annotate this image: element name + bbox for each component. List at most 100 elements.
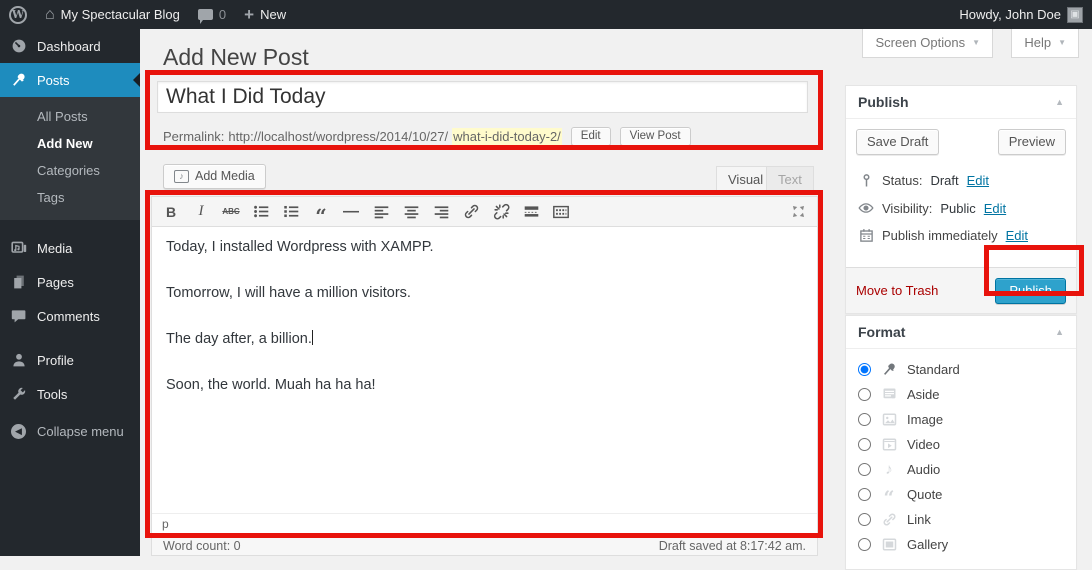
bulleted-list-icon[interactable]: [250, 201, 272, 223]
publish-panel-header[interactable]: Publish ▲: [846, 86, 1076, 119]
comments-count: 0: [219, 7, 226, 22]
panel-toggle-icon[interactable]: ▲: [1055, 327, 1064, 337]
edit-permalink-button[interactable]: Edit: [571, 127, 611, 146]
submenu-categories[interactable]: Categories: [0, 157, 140, 184]
sidebar-item-tools[interactable]: Tools: [0, 377, 140, 411]
status-label: Status:: [882, 173, 922, 188]
format-panel-header[interactable]: Format ▲: [846, 316, 1076, 349]
submenu-add-new[interactable]: Add New: [0, 130, 140, 157]
format-option-quote[interactable]: “ Quote: [858, 482, 1064, 507]
help-label: Help: [1024, 35, 1051, 50]
format-option-standard[interactable]: Standard: [858, 357, 1064, 382]
plus-icon: +: [244, 6, 254, 23]
format-radio-gallery[interactable]: [858, 538, 871, 551]
publish-panel-body: Save Draft Preview Status: Draft Edit Vi…: [846, 119, 1076, 259]
visibility-value: Public: [940, 201, 975, 216]
align-left-icon[interactable]: [370, 201, 392, 223]
media-icon: [9, 240, 28, 256]
insert-more-tag-icon[interactable]: [520, 201, 542, 223]
tab-text[interactable]: Text: [766, 166, 814, 193]
post-status-pin-icon: [858, 173, 874, 188]
chevron-down-icon: ▼: [1058, 38, 1066, 47]
edit-schedule-link[interactable]: Edit: [1006, 228, 1028, 243]
howdy-text: Howdy, John Doe: [959, 7, 1061, 22]
home-icon: ⌂: [45, 7, 55, 23]
publish-panel: Publish ▲ Save Draft Preview Status: Dra…: [845, 85, 1077, 314]
screen-options-tab[interactable]: Screen Options ▼: [862, 29, 993, 58]
format-radio-standard[interactable]: [858, 363, 871, 376]
text-cursor: [312, 330, 313, 345]
post-editor: B I ABC “ —: [151, 196, 818, 536]
add-media-icon: ♪: [174, 170, 189, 183]
format-radio-image[interactable]: [858, 413, 871, 426]
preview-button[interactable]: Preview: [998, 129, 1066, 155]
insert-link-icon[interactable]: [460, 201, 482, 223]
collapse-menu-icon: ◀: [9, 424, 28, 439]
blockquote-icon[interactable]: “: [310, 201, 332, 223]
my-account-menu[interactable]: Howdy, John Doe ▣: [950, 7, 1092, 23]
format-option-aside[interactable]: Aside: [858, 382, 1064, 407]
format-label: Link: [907, 512, 931, 527]
new-content-menu[interactable]: + New: [235, 0, 295, 29]
sidebar-item-media[interactable]: Media: [0, 231, 140, 265]
dashboard-icon: [9, 38, 28, 54]
format-option-audio[interactable]: ♪ Audio: [858, 457, 1064, 482]
post-title-input[interactable]: [157, 81, 808, 113]
italic-icon[interactable]: I: [190, 201, 212, 223]
comments-bubble-link[interactable]: 0: [189, 0, 235, 29]
format-audio-icon: ♪: [880, 461, 898, 478]
add-media-button[interactable]: ♪ Add Media: [163, 164, 266, 189]
format-option-video[interactable]: Video: [858, 432, 1064, 457]
sidebar-label: Dashboard: [37, 39, 101, 54]
format-label: Audio: [907, 462, 940, 477]
sidebar-item-collapse-menu[interactable]: ◀ Collapse menu: [0, 415, 140, 448]
publish-button[interactable]: Publish: [995, 278, 1066, 304]
submenu-tags[interactable]: Tags: [0, 184, 140, 211]
sidebar-item-profile[interactable]: Profile: [0, 343, 140, 377]
sidebar-item-comments[interactable]: Comments: [0, 299, 140, 333]
horizontal-rule-icon[interactable]: —: [340, 201, 362, 223]
site-link[interactable]: ⌂ My Spectacular Blog: [36, 0, 189, 29]
format-radio-quote[interactable]: [858, 488, 871, 501]
format-option-link[interactable]: Link: [858, 507, 1064, 532]
sidebar-item-posts[interactable]: Posts: [0, 63, 140, 97]
sidebar-item-dashboard[interactable]: Dashboard: [0, 29, 140, 63]
format-panel-body: Standard Aside Image Video ♪ Audi: [846, 349, 1076, 569]
format-radio-video[interactable]: [858, 438, 871, 451]
distraction-free-icon[interactable]: [787, 201, 809, 223]
align-right-icon[interactable]: [430, 201, 452, 223]
bold-icon[interactable]: B: [160, 201, 182, 223]
submenu-all-posts[interactable]: All Posts: [0, 103, 140, 130]
format-option-gallery[interactable]: Gallery: [858, 532, 1064, 557]
permalink-row: Permalink: http://localhost/wordpress/20…: [163, 123, 808, 149]
format-label: Quote: [907, 487, 942, 502]
sidebar-item-pages[interactable]: Pages: [0, 265, 140, 299]
edit-status-link[interactable]: Edit: [967, 173, 989, 188]
save-draft-button[interactable]: Save Draft: [856, 129, 939, 155]
pushpin-icon: [9, 72, 28, 88]
permalink-slug[interactable]: what-i-did-today-2/: [452, 128, 562, 145]
panel-toggle-icon[interactable]: ▲: [1055, 97, 1064, 107]
editor-paragraph: The day after, a billion.: [166, 328, 803, 350]
editor-content-area[interactable]: Today, I installed Wordpress with XAMPP.…: [152, 227, 817, 513]
wordpress-menu[interactable]: W: [0, 0, 36, 29]
add-media-label: Add Media: [195, 169, 255, 183]
move-to-trash-link[interactable]: Move to Trash: [856, 283, 938, 298]
format-option-image[interactable]: Image: [858, 407, 1064, 432]
numbered-list-icon[interactable]: [280, 201, 302, 223]
format-radio-aside[interactable]: [858, 388, 871, 401]
format-radio-audio[interactable]: [858, 463, 871, 476]
align-center-icon[interactable]: [400, 201, 422, 223]
remove-link-icon[interactable]: [490, 201, 512, 223]
view-post-button[interactable]: View Post: [620, 127, 691, 146]
toolbar-toggle-icon[interactable]: [550, 201, 572, 223]
help-tab[interactable]: Help ▼: [1011, 29, 1079, 58]
sidebar-label: Collapse menu: [37, 424, 124, 439]
format-radio-link[interactable]: [858, 513, 871, 526]
format-link-icon: [880, 512, 898, 527]
element-path[interactable]: p: [162, 517, 169, 531]
screen-options-label: Screen Options: [875, 35, 965, 50]
strikethrough-icon[interactable]: ABC: [220, 201, 242, 223]
edit-visibility-link[interactable]: Edit: [984, 201, 1006, 216]
sidebar-separator: [0, 333, 140, 343]
